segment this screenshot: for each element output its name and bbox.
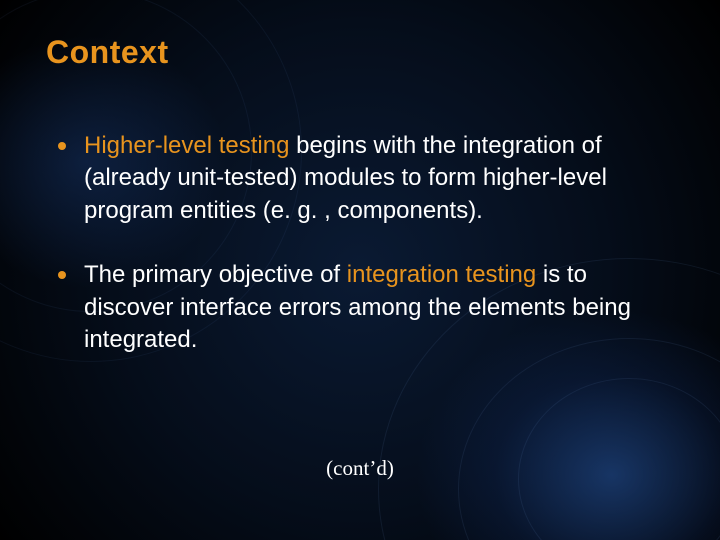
bullet-highlight: integration testing [347, 261, 536, 288]
bullet-icon [58, 271, 66, 279]
bullet-icon [58, 142, 66, 150]
bullet-pre: The primary objective of [84, 261, 347, 288]
slide: Context Higher-level testing begins with… [0, 0, 720, 540]
bullet-item: Higher-level testing begins with the int… [58, 130, 670, 227]
bullet-text: Higher-level testing begins with the int… [84, 130, 670, 227]
bullet-highlight: Higher-level testing [84, 132, 289, 159]
slide-body: Higher-level testing begins with the int… [58, 130, 670, 388]
continued-label: (cont’d) [0, 456, 720, 481]
bullet-text: The primary objective of integration tes… [84, 259, 670, 356]
slide-title: Context [46, 34, 169, 71]
bullet-item: The primary objective of integration tes… [58, 259, 670, 356]
